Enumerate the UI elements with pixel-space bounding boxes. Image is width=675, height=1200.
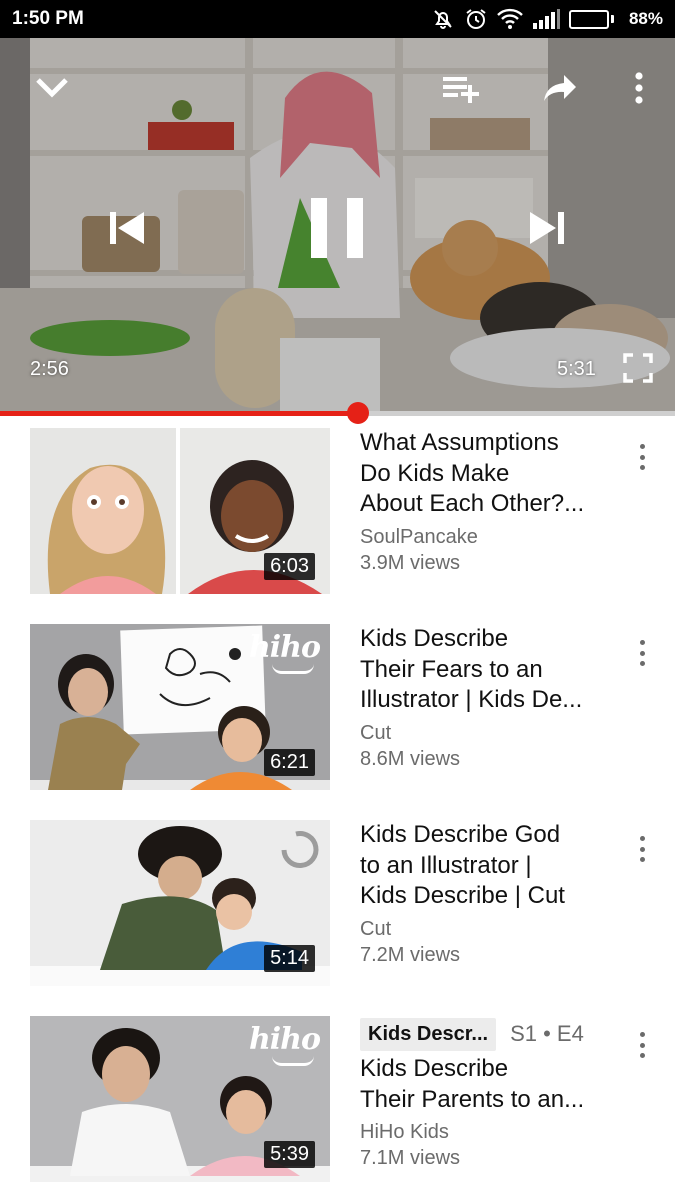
video-title-line: to an Illustrator | [360,851,532,879]
video-title-line: Illustrator | Kids De... [360,686,583,713]
total-time: 5:31 [557,358,596,380]
video-channel: SoulPancake [360,525,478,548]
series-episode: S1 • E4 [510,1021,584,1046]
signal-icon [532,9,560,29]
battery-icon [568,9,614,29]
status-time: 1:50 PM [12,8,84,29]
video-title-line: Their Parents to an... [360,1085,585,1113]
more-vert-icon[interactable] [625,66,653,110]
add-to-queue-icon[interactable] [438,66,484,110]
video-views: 7.1M views [360,1147,461,1169]
hiho-logo: hiho [248,1022,321,1057]
video-more-options-icon[interactable] [632,1030,652,1060]
video-channel: HiHo Kids [360,1121,449,1143]
video-more-options-icon[interactable] [632,638,652,668]
video-meta[interactable]: Kids Descr... S1 • E4 Kids Describe Thei… [360,1016,610,1171]
video-title-line: Kids Describe | Cut [360,882,565,909]
video-title-line: Kids Describe [360,1055,509,1082]
video-title-line: Kids Describe [360,625,509,652]
video-title-line: What Assumptions [360,429,559,456]
wifi-icon [497,8,523,30]
video-views: 8.6M views [360,747,461,770]
series-row: Kids Descr... S1 • E4 [360,1016,610,1052]
video-duration: 6:21 [264,749,315,776]
video-item[interactable]: 6:03 What Assumptions Do Kids Make About… [0,416,675,594]
video-thumbnail[interactable]: 6:03 [30,428,330,594]
video-meta[interactable]: Kids Describe Their Fears to an Illustra… [360,624,610,772]
series-chip[interactable]: Kids Descr... [360,1017,497,1051]
video-title-line: Kids Describe God [360,821,561,848]
video-item[interactable]: hiho 5:39 Kids Descr... S1 • E4 Kids Des… [0,1004,675,1182]
share-icon[interactable] [538,66,582,110]
video-thumbnail[interactable]: 5:14 [30,820,330,986]
mute-icon [431,7,455,31]
status-bar: 1:50 PM 88% [0,0,675,38]
video-thumbnail[interactable]: hiho 6:21 [30,624,330,790]
video-duration: 5:14 [264,945,315,972]
next-icon[interactable] [524,206,570,250]
video-channel: Cut [360,917,392,940]
video-channel: Cut [360,721,392,744]
current-time: 2:56 [30,358,69,380]
video-item[interactable]: hiho 6:21 Kids Describe Their Fears to a… [0,612,675,790]
battery-percent: 88% [628,9,663,28]
video-item[interactable]: 5:14 Kids Describe God to an Illustrator… [0,808,675,986]
video-meta[interactable]: What Assumptions Do Kids Make About Each… [360,428,610,576]
video-views: 7.2M views [360,943,461,966]
video-more-options-icon[interactable] [632,834,652,864]
video-player[interactable]: 2:56 5:31 [0,38,675,412]
alarm-icon [464,7,488,31]
video-meta[interactable]: Kids Describe God to an Illustrator | Ki… [360,820,610,968]
pause-icon[interactable] [300,188,374,268]
video-title-line: Do Kids Make [360,459,510,487]
video-duration: 5:39 [264,1141,315,1168]
video-title-line: Their Fears to an [360,655,543,683]
video-thumbnail[interactable]: hiho 5:39 [30,1016,330,1182]
video-title-line: About Each Other?... [360,490,585,517]
collapse-chevron-icon[interactable] [30,66,74,110]
status-icons: 88% [431,6,663,32]
video-more-options-icon[interactable] [632,442,652,472]
video-duration: 6:03 [264,553,315,580]
video-views: 3.9M views [360,551,461,574]
fullscreen-icon[interactable] [620,350,656,386]
hiho-logo: hiho [248,630,321,665]
previous-icon[interactable] [104,206,150,250]
